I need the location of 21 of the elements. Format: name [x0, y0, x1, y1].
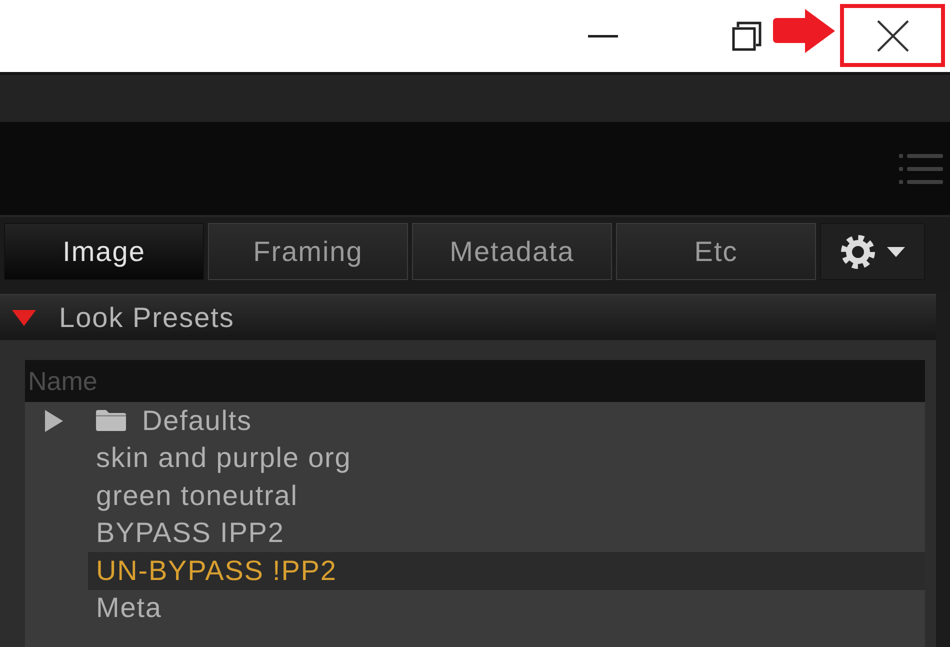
caret-icon: [886, 246, 904, 256]
preset-item[interactable]: Meta: [88, 590, 925, 627]
folder-icon: [96, 410, 126, 432]
preset-item[interactable]: skin and purple org: [88, 440, 925, 477]
close-icon: [876, 20, 908, 52]
preset-item[interactable]: BYPASS IPP2: [88, 514, 925, 552]
preset-item[interactable]: Defaults: [88, 402, 925, 440]
restore-icon: [732, 21, 762, 51]
preset-item[interactable]: green toneutral: [88, 477, 925, 514]
tab[interactable]: Image: [4, 223, 204, 280]
minimize-icon: [588, 34, 618, 38]
settings-dropdown-button[interactable]: [820, 223, 925, 280]
section-header[interactable]: Look Presets: [0, 294, 936, 340]
expand-arrow-icon[interactable]: [44, 410, 62, 432]
settings-icon: [840, 234, 874, 268]
close-button[interactable]: [840, 4, 945, 67]
tab[interactable]: Framing: [208, 223, 408, 280]
name-column-header: Name: [25, 360, 925, 402]
tab[interactable]: Metadata: [412, 223, 612, 280]
preset-item[interactable]: UN-BYPASS !PP2: [88, 552, 925, 590]
tab[interactable]: Etc: [616, 223, 816, 280]
